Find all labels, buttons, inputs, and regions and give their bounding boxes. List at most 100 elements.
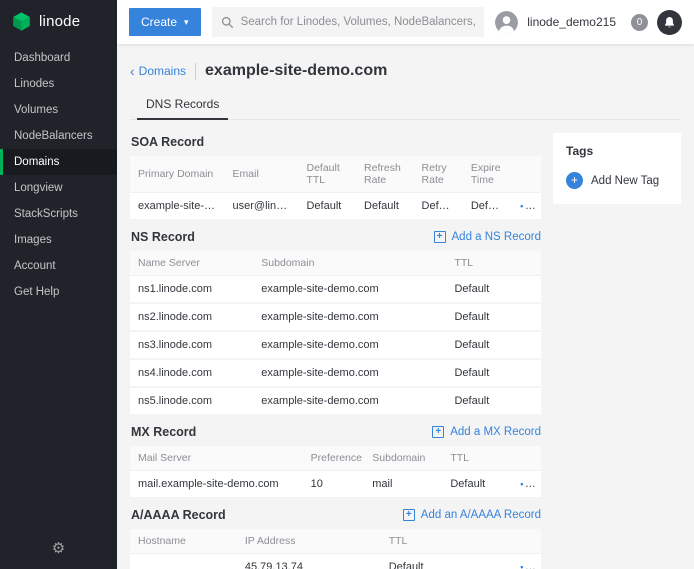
actions-cell: ••• — [512, 554, 541, 569]
breadcrumb-back-link[interactable]: ‹ Domains — [130, 64, 186, 78]
topbar-right-cluster: linode_demo215 0 — [495, 10, 682, 35]
sidebar-item-dashboard[interactable]: Dashboard — [0, 45, 117, 71]
soa-record-section: SOA Record Primary DomainEmailDefault TT… — [130, 126, 541, 221]
breadcrumb: ‹ Domains example-site-demo.com — [130, 54, 681, 92]
add-a-record-button[interactable]: + Add an A/AAAA Record — [403, 509, 541, 521]
a-record-section: A/AAAA Record + Add an A/AAAA Record Hos… — [130, 499, 541, 569]
mx-record-section: MX Record + Add a MX Record Mail ServerP… — [130, 416, 541, 499]
column-header: Preference — [303, 446, 365, 471]
sidebar-item-get-help[interactable]: Get Help — [0, 279, 117, 305]
actions-cell: ••• — [512, 471, 541, 499]
global-search[interactable] — [212, 7, 485, 37]
table-cell: example-site-demo.com — [253, 359, 446, 387]
row-actions-kebab-icon[interactable]: ••• — [520, 561, 536, 569]
column-header: Expire Time — [463, 156, 512, 193]
table-cell: ns4.linode.com — [130, 359, 253, 387]
chevron-left-icon: ‹ — [130, 64, 135, 78]
table-cell: ns2.linode.com — [130, 303, 253, 331]
sidebar-item-nodebalancers[interactable]: NodeBalancers — [0, 123, 117, 149]
soa-table: Primary DomainEmailDefault TTLRefresh Ra… — [130, 156, 541, 221]
add-new-tag-button[interactable]: + Add New Tag — [566, 172, 668, 189]
table-row: ns5.linode.comexample-site-demo.comDefau… — [130, 387, 541, 415]
actions-column-header — [512, 156, 541, 193]
table-header-row: Mail ServerPreferenceSubdomainTTL — [130, 446, 541, 471]
table-cell: Default — [414, 193, 463, 221]
plus-box-icon: + — [434, 231, 446, 243]
row-actions-kebab-icon[interactable]: ••• — [520, 478, 536, 490]
table-cell: example-site-demo.com — [253, 331, 446, 359]
section-title: NS Record — [131, 230, 195, 244]
create-button[interactable]: Create ▾ — [129, 8, 201, 36]
sidebar-item-volumes[interactable]: Volumes — [0, 97, 117, 123]
column-header: Refresh Rate — [356, 156, 414, 193]
sidebar-item-account[interactable]: Account — [0, 253, 117, 279]
settings-gear-icon[interactable]: ⚙ — [52, 541, 65, 556]
username-menu[interactable]: linode_demo215 — [527, 15, 616, 29]
tab-bar: DNS Records — [130, 92, 681, 120]
table-row: ns4.linode.comexample-site-demo.comDefau… — [130, 359, 541, 387]
breadcrumb-back-label: Domains — [139, 64, 186, 78]
column-header: Subdomain — [364, 446, 442, 471]
soa-section-header: SOA Record — [130, 126, 541, 156]
column-header: Retry Rate — [414, 156, 463, 193]
user-avatar[interactable] — [495, 11, 518, 34]
breadcrumb-divider — [195, 63, 196, 80]
table-row: ns3.linode.comexample-site-demo.comDefau… — [130, 331, 541, 359]
table-cell — [130, 554, 237, 569]
linode-cube-icon — [11, 11, 32, 32]
table-cell: mail.example-site-demo.com — [130, 471, 303, 499]
plus-circle-icon: + — [566, 172, 583, 189]
tags-column: Tags + Add New Tag — [553, 133, 681, 204]
sidebar-item-longview[interactable]: Longview — [0, 175, 117, 201]
column-header: Default TTL — [298, 156, 356, 193]
tab-dns-records[interactable]: DNS Records — [137, 92, 228, 120]
search-input[interactable] — [241, 16, 476, 28]
top-bar: Create ▾ linode_demo215 — [117, 0, 694, 44]
add-ns-record-label: Add a NS Record — [452, 231, 542, 243]
search-icon — [221, 16, 234, 29]
sidebar: linode DashboardLinodesVolumesNodeBalanc… — [0, 0, 117, 569]
notification-count-badge: 0 — [631, 14, 648, 31]
table-cell: ns1.linode.com — [130, 276, 253, 304]
table-cell: Default — [381, 554, 513, 569]
row-actions-kebab-icon[interactable]: ••• — [520, 200, 536, 212]
sidebar-item-images[interactable]: Images — [0, 227, 117, 253]
linode-logo[interactable]: linode — [0, 0, 117, 45]
table-cell: Default — [463, 193, 512, 221]
table-cell: Default — [446, 387, 541, 415]
table-cell: mail — [364, 471, 442, 499]
table-cell: example-site-demo.com — [253, 303, 446, 331]
table-row: ns1.linode.comexample-site-demo.comDefau… — [130, 276, 541, 304]
table-cell: example-site-demo.com — [253, 276, 446, 304]
table-row: 45.79.13.74Default ••• — [130, 554, 541, 569]
sidebar-nav: DashboardLinodesVolumesNodeBalancersDoma… — [0, 45, 117, 305]
page-content: ‹ Domains example-site-demo.com DNS Reco… — [117, 44, 694, 569]
table-cell: 45.79.13.74 — [237, 554, 381, 569]
section-title: SOA Record — [131, 135, 204, 149]
table-cell: user@linode.com — [225, 193, 299, 221]
app-window: linode DashboardLinodesVolumesNodeBalanc… — [0, 0, 694, 569]
page-title: example-site-demo.com — [205, 62, 387, 80]
chevron-down-icon: ▾ — [184, 18, 189, 27]
column-header: Subdomain — [253, 251, 446, 276]
ns-record-section: NS Record + Add a NS Record Name ServerS… — [130, 221, 541, 416]
sidebar-item-domains[interactable]: Domains — [0, 149, 117, 175]
column-header: TTL — [381, 529, 513, 554]
sidebar-item-stackscripts[interactable]: StackScripts — [0, 201, 117, 227]
table-row: example-site-demo.comuser@linode.comDefa… — [130, 193, 541, 221]
column-header: Primary Domain — [130, 156, 225, 193]
section-title: MX Record — [131, 425, 196, 439]
add-a-record-label: Add an A/AAAA Record — [421, 509, 541, 521]
sidebar-item-linodes[interactable]: Linodes — [0, 71, 117, 97]
add-mx-record-button[interactable]: + Add a MX Record — [432, 426, 541, 438]
column-header: Hostname — [130, 529, 237, 554]
actions-cell: ••• — [512, 193, 541, 221]
notifications-button[interactable] — [657, 10, 682, 35]
add-ns-record-button[interactable]: + Add a NS Record — [434, 231, 542, 243]
table-cell: Default — [442, 471, 512, 499]
table-cell: Default — [446, 276, 541, 304]
section-title: A/AAAA Record — [131, 508, 226, 522]
content-columns: SOA Record Primary DomainEmailDefault TT… — [130, 126, 681, 569]
table-cell: Default — [446, 331, 541, 359]
table-header-row: Name ServerSubdomainTTL — [130, 251, 541, 276]
